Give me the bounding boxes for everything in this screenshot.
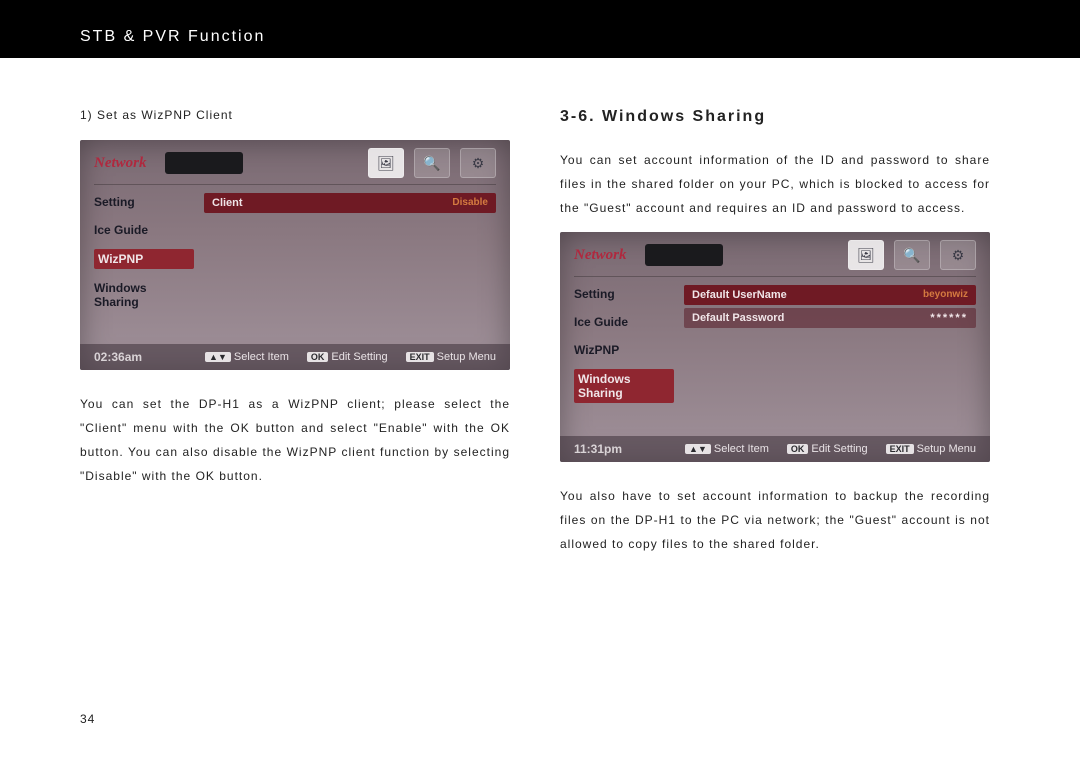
row-password[interactable]: Default Password ****** — [684, 308, 976, 328]
page-header: STB & PVR Function — [0, 0, 1080, 58]
row-value: beyonwiz — [923, 289, 968, 301]
sidebar-item-wizpnp[interactable]: WizPNP — [574, 341, 674, 359]
network-logo: Network — [574, 247, 627, 264]
tv-topbar: Network 🖼 🔍 ⚙ — [80, 140, 510, 184]
footer-edit: OKEdit Setting — [307, 351, 388, 363]
sidebar-item-wizpnp[interactable]: WizPNP — [94, 249, 194, 269]
left-subhead: 1) Set as WizPNP Client — [80, 108, 510, 122]
sidebar-item-setting[interactable]: Setting — [94, 193, 194, 211]
sidebar-item-iceguide[interactable]: Ice Guide — [574, 313, 674, 331]
search-icon: 🔍 — [414, 148, 450, 178]
device-icon — [165, 152, 243, 174]
row-client[interactable]: Client Disable — [204, 193, 496, 213]
right-intro-text: You can set account information of the I… — [560, 148, 990, 220]
row-username[interactable]: Default UserName beyonwiz — [684, 285, 976, 305]
left-body-text: You can set the DP-H1 as a WizPNP client… — [80, 392, 510, 488]
row-label: Default Password — [692, 312, 784, 324]
sidebar-item-iceguide[interactable]: Ice Guide — [94, 221, 194, 239]
footer-exit: EXITSetup Menu — [886, 443, 976, 455]
footer-exit: EXITSetup Menu — [406, 351, 496, 363]
row-label: Client — [212, 197, 243, 209]
right-body-text: You also have to set account information… — [560, 484, 990, 556]
photo-icon: 🖼 — [368, 148, 404, 178]
footer-select: ▲▼Select Item — [685, 443, 769, 455]
footer-select: ▲▼Select Item — [205, 351, 289, 363]
row-label: Default UserName — [692, 289, 787, 301]
tv-panel: Client Disable — [204, 193, 496, 311]
page-content: 1) Set as WizPNP Client Network 🖼 🔍 ⚙ Se… — [0, 58, 1080, 568]
device-icon — [645, 244, 723, 266]
row-mask: ****** — [930, 312, 968, 324]
sidebar-item-setting[interactable]: Setting — [574, 285, 674, 303]
row-value: Disable — [452, 197, 488, 209]
tv-footer: 11:31pm ▲▼Select Item OKEdit Setting EXI… — [560, 436, 990, 462]
divider — [94, 184, 496, 185]
header-title: STB & PVR Function — [80, 28, 265, 46]
sidebar-item-windows-sharing[interactable]: Windows Sharing — [574, 369, 674, 403]
tv-panel: Default UserName beyonwiz Default Passwo… — [684, 285, 976, 403]
tv-time: 02:36am — [94, 350, 142, 364]
footer-edit: OKEdit Setting — [787, 443, 868, 455]
divider — [574, 276, 976, 277]
tv-time: 11:31pm — [574, 442, 622, 456]
tv-topbar: Network 🖼 🔍 ⚙ — [560, 232, 990, 276]
search-icon: 🔍 — [894, 240, 930, 270]
left-column: 1) Set as WizPNP Client Network 🖼 🔍 ⚙ Se… — [80, 108, 510, 568]
network-logo: Network — [94, 155, 147, 172]
tv-footer: 02:36am ▲▼Select Item OKEdit Setting EXI… — [80, 344, 510, 370]
photo-icon: 🖼 — [848, 240, 884, 270]
screenshot-wizpnp: Network 🖼 🔍 ⚙ Setting Ice Guide WizPNP W… — [80, 140, 510, 370]
tv-sidebar: Setting Ice Guide WizPNP Windows Sharing — [574, 285, 674, 403]
section-title: 3-6. Windows Sharing — [560, 108, 990, 126]
gear-icon: ⚙ — [940, 240, 976, 270]
tv-sidebar: Setting Ice Guide WizPNP Windows Sharing — [94, 193, 194, 311]
page-number: 34 — [80, 712, 95, 726]
screenshot-windows-sharing: Network 🖼 🔍 ⚙ Setting Ice Guide WizPNP W… — [560, 232, 990, 462]
sidebar-item-windows-sharing[interactable]: Windows Sharing — [94, 279, 194, 311]
gear-icon: ⚙ — [460, 148, 496, 178]
right-column: 3-6. Windows Sharing You can set account… — [560, 108, 990, 568]
